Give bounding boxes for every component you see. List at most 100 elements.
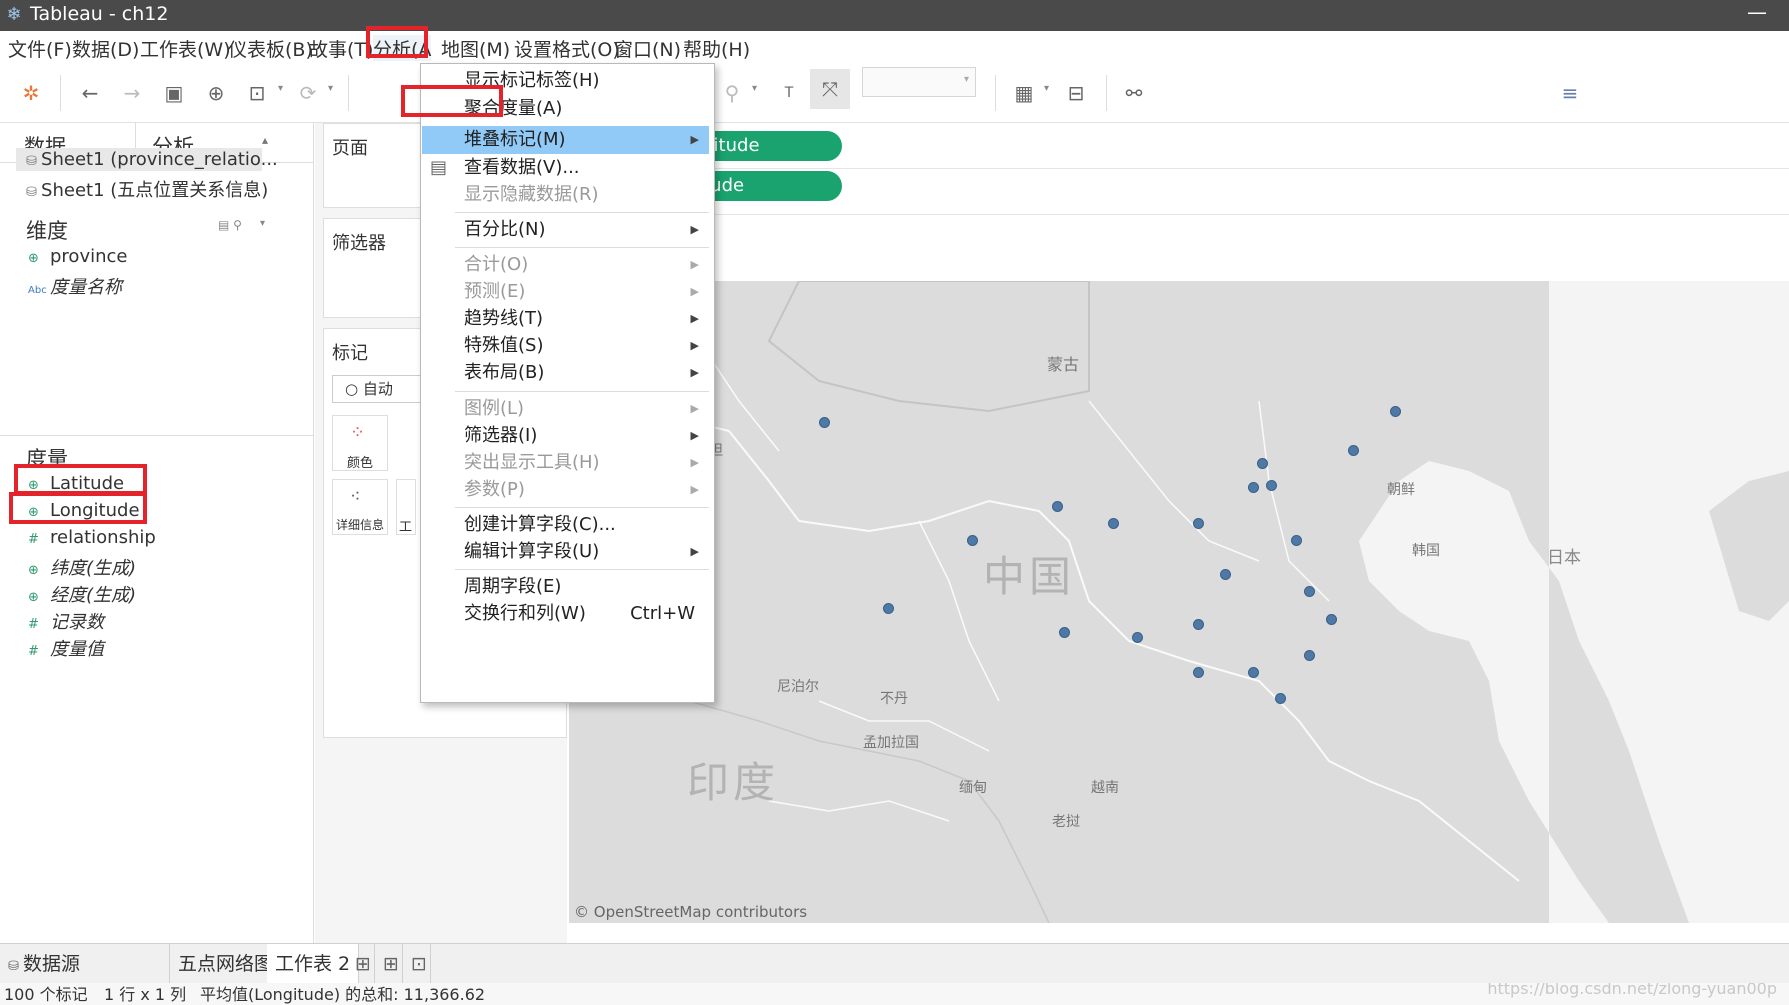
map-mark[interactable] <box>1220 569 1231 580</box>
globe-icon: ⊕ <box>28 251 39 266</box>
minimize-button[interactable]: — <box>1747 0 1767 24</box>
chevron-down-icon[interactable]: ▾ <box>260 218 265 229</box>
dimension-field[interactable]: Abc 度量名称 <box>28 273 122 299</box>
menu-item-forecast[interactable]: 预测(E) ▶ <box>422 278 709 306</box>
section-divider <box>0 435 314 436</box>
save-icon[interactable]: ▣ <box>160 79 188 107</box>
map-mark[interactable] <box>819 417 830 428</box>
map-mark[interactable] <box>1348 445 1359 456</box>
new-worksheet-icon[interactable]: ⊞ <box>347 944 375 984</box>
measure-field[interactable]: ⊕ 纬度(生成) <box>28 554 136 580</box>
map-mark[interactable] <box>1193 518 1204 529</box>
globe-icon: ⊕ <box>28 563 39 578</box>
view-toggle-icon[interactable]: ▤ ⚲ <box>218 218 242 232</box>
map-mark[interactable] <box>1108 518 1119 529</box>
menu-item-trend-lines[interactable]: 趋势线(T) ▶ <box>422 305 709 333</box>
map-mark[interactable] <box>1059 627 1070 638</box>
menu-item-filters[interactable]: 筛选器(I) ▶ <box>422 422 709 450</box>
measure-field[interactable]: # 记录数 <box>28 608 104 634</box>
menu-item-create-calculated-field[interactable]: 创建计算字段(C)... <box>422 511 709 539</box>
tooltip-button[interactable]: 工 <box>396 479 416 535</box>
text-label-icon[interactable]: T <box>775 79 803 107</box>
menu-item-parameters[interactable]: 参数(P) ▶ <box>422 476 709 504</box>
menu-item-swap-rows-columns[interactable]: 交换行和列(W) Ctrl+W <box>422 600 709 628</box>
datasource-item[interactable]: ⛁ Sheet1 (五点位置关系信息) <box>16 176 268 202</box>
menu-dashboard[interactable]: 仪表板(B) <box>228 35 313 61</box>
filters-title: 筛选器 <box>332 233 386 254</box>
map-mark[interactable] <box>1326 614 1337 625</box>
menu-item-percentages[interactable]: 百分比(N) ▶ <box>422 216 709 244</box>
tab-datasource[interactable]: ⛁ 数据源 <box>0 944 170 984</box>
tab-sheet[interactable]: 五点网络图 <box>170 944 283 984</box>
map-mark[interactable] <box>1304 650 1315 661</box>
menu-item-view-data[interactable]: ▤ 查看数据(V)... <box>422 154 709 182</box>
menu-story[interactable]: 故事(T) <box>309 35 373 61</box>
dimension-field[interactable]: ⊕ province <box>28 246 127 272</box>
chevron-down-icon[interactable]: ▾ <box>278 83 283 94</box>
menu-item-special-values[interactable]: 特殊值(S) ▶ <box>422 332 709 360</box>
chevron-down-icon[interactable]: ▾ <box>1044 83 1049 94</box>
presentation-icon[interactable]: ⊟ <box>1062 79 1090 107</box>
tab-sheet-active[interactable]: 工作表 2 <box>267 944 360 984</box>
undo-icon[interactable]: ← <box>76 79 104 107</box>
map-view[interactable]: 蒙古 中国 印度 尼泊尔 不丹 孟加拉国 缅甸 越南 老挝 朝鲜 韩国 日本 斯… <box>569 281 1789 923</box>
measure-field[interactable]: # relationship <box>28 527 156 553</box>
watermark-text: https://blog.csdn.net/zlong-yuan00p <box>1487 983 1777 998</box>
map-mark[interactable] <box>1390 406 1401 417</box>
menu-item-cycle-fields[interactable]: 周期字段(E) <box>422 573 709 601</box>
new-dashboard-icon[interactable]: ⊞ <box>375 944 403 984</box>
columns-shelf[interactable]: Longitude <box>567 123 1789 169</box>
menu-item-show-hidden-data[interactable]: 显示隐藏数据(R) <box>422 181 709 209</box>
map-mark[interactable] <box>1052 501 1063 512</box>
map-mark[interactable] <box>1304 586 1315 597</box>
map-mark[interactable] <box>1275 693 1286 704</box>
menu-map[interactable]: 地图(M) <box>441 35 510 61</box>
show-me-icon[interactable]: ▦ <box>1010 79 1038 107</box>
chevron-down-icon[interactable]: ▾ <box>328 83 333 94</box>
share-icon[interactable]: ⚯ <box>1120 79 1148 107</box>
menu-window[interactable]: 窗口(N) <box>614 35 681 61</box>
rows-shelf[interactable]: Latitude <box>567 169 1789 215</box>
attach-icon[interactable]: ⚲ <box>718 79 746 107</box>
color-button[interactable]: ⁘ 颜色 <box>332 415 388 471</box>
window-title: Tableau - ch12 <box>30 3 169 25</box>
map-label-myanmar: 缅甸 <box>959 780 987 796</box>
menu-item-edit-calculated-field[interactable]: 编辑计算字段(U) ▶ <box>422 538 709 566</box>
redo-icon[interactable]: → <box>118 79 146 107</box>
map-mark[interactable] <box>1248 667 1259 678</box>
menu-worksheet[interactable]: 工作表(W) <box>140 35 231 61</box>
map-mark[interactable] <box>1257 458 1268 469</box>
new-datasource-icon[interactable]: ⊕ <box>202 79 230 107</box>
measure-field[interactable]: # 度量值 <box>28 635 104 661</box>
chevron-down-icon[interactable]: ▾ <box>752 83 757 94</box>
menu-item-table-layout[interactable]: 表布局(B) ▶ <box>422 359 709 387</box>
map-mark[interactable] <box>883 603 894 614</box>
menu-item-legends[interactable]: 图例(L) ▶ <box>422 395 709 423</box>
menu-item-stack-marks[interactable]: 堆叠标记(M) ▶ <box>422 126 709 154</box>
show-me-panel-icon[interactable]: ≡ <box>1556 79 1584 107</box>
menu-item-highlighters[interactable]: 突出显示工具(H) ▶ <box>422 449 709 477</box>
map-mark[interactable] <box>1132 632 1143 643</box>
map-mark[interactable] <box>1266 480 1277 491</box>
datasource-item[interactable]: ⛁ Sheet1 (province_relatio... <box>16 148 278 171</box>
mark-type-icon: ○ <box>345 380 363 398</box>
map-mark[interactable] <box>1193 619 1204 630</box>
menu-help[interactable]: 帮助(H) <box>683 35 750 61</box>
menu-format[interactable]: 设置格式(O) <box>514 35 620 61</box>
fit-dropdown[interactable]: ▾ <box>862 67 976 97</box>
menu-file[interactable]: 文件(F) <box>8 35 72 61</box>
pause-update-icon[interactable]: ⊡ <box>243 79 271 107</box>
pane-menu-icon[interactable]: ▴ <box>262 133 268 147</box>
map-mark[interactable] <box>1248 482 1259 493</box>
measure-field[interactable]: ⊕ 经度(生成) <box>28 581 136 607</box>
map-mark[interactable] <box>1291 535 1302 546</box>
new-story-icon[interactable]: ⊡ <box>403 944 431 984</box>
menu-item-totals[interactable]: 合计(O) ▶ <box>422 251 709 279</box>
menu-data[interactable]: 数据(D) <box>72 35 139 61</box>
map-mark[interactable] <box>967 535 978 546</box>
fix-axes-icon[interactable]: ⤧ <box>810 69 850 109</box>
tableau-start-icon[interactable]: ✲ <box>17 79 45 107</box>
map-mark[interactable] <box>1193 667 1204 678</box>
detail-button[interactable]: ⁖ 详细信息 <box>332 479 388 535</box>
refresh-icon[interactable]: ⟳ <box>294 79 322 107</box>
